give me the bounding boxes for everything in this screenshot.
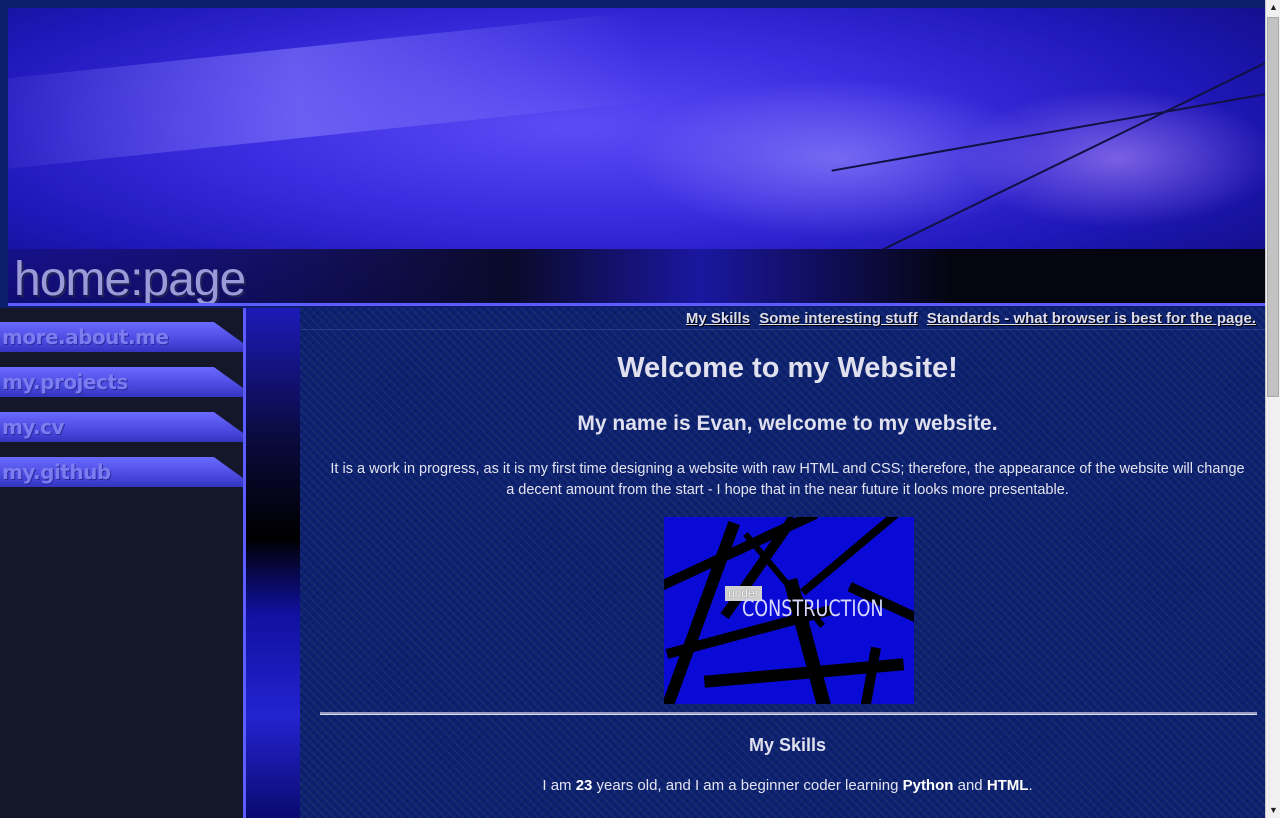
sidebar-item-label: my.github <box>2 460 111 484</box>
sidebar-item-more-about-me[interactable]: more.about.me <box>0 322 243 352</box>
nav-link-standards[interactable]: Standards - what browser is best for the… <box>927 310 1256 327</box>
scroll-down-arrow-icon[interactable]: ▼ <box>1266 803 1280 818</box>
top-navigation: My Skills Some interesting stuff Standar… <box>681 310 1256 327</box>
sidebar-item-label: more.about.me <box>2 325 169 349</box>
sidebar-item-label: my.cv <box>2 415 65 439</box>
banner-streak <box>8 11 651 175</box>
sidebar-item-my-github[interactable]: my.github <box>0 457 243 487</box>
language-html: HTML <box>986 777 1029 794</box>
sidebar-item-label: my.projects <box>2 370 128 394</box>
main-content: My Skills Some interesting stuff Standar… <box>300 308 1265 818</box>
sidebar-item-my-cv[interactable]: my.cv <box>0 412 243 442</box>
age-value: 23 <box>575 777 593 794</box>
nav-divider <box>300 329 1265 330</box>
intro-paragraph: It is a work in progress, as it is my fi… <box>330 461 1245 498</box>
site-logo: home:page <box>14 253 246 306</box>
section-divider <box>320 712 1257 715</box>
nav-link-my-skills[interactable]: My Skills <box>686 310 750 327</box>
header-banner: home:page <box>8 8 1265 306</box>
under-construction-image: under CONSTRUCTION <box>664 517 914 704</box>
page-title: Welcome to my Website! <box>617 352 958 384</box>
header-divider <box>8 303 1265 306</box>
vertical-scrollbar[interactable]: ▲ ▼ <box>1265 0 1280 818</box>
skills-heading: My Skills <box>748 735 827 755</box>
language-python: Python <box>902 777 954 794</box>
construction-label: CONSTRUCTION <box>742 597 884 622</box>
decorative-strip <box>246 308 300 818</box>
sidebar: more.about.me my.projects my.cv my.githu… <box>0 308 245 818</box>
page-subtitle: My name is Evan, welcome to my website. <box>577 412 998 435</box>
banner-glow <box>958 88 1265 228</box>
skills-paragraph: I am 23 years old, and I am a beginner c… <box>542 777 1033 794</box>
sidebar-item-my-projects[interactable]: my.projects <box>0 367 243 397</box>
nav-link-interesting-stuff[interactable]: Some interesting stuff <box>759 310 917 327</box>
scroll-up-arrow-icon[interactable]: ▲ <box>1266 0 1280 15</box>
scrollbar-thumb[interactable] <box>1267 17 1279 397</box>
